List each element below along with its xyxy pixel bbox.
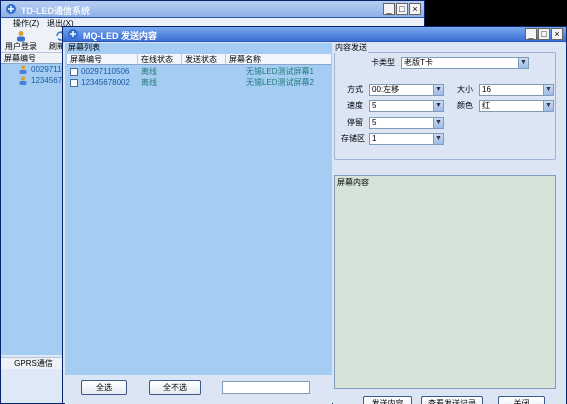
send-window-titlebar[interactable]: MQ-LED 发送内容 _ □ × — [63, 27, 566, 42]
card-type-value: 老版T卡 — [404, 58, 433, 67]
table-header: 屏幕编号 在线状态 发送状态 屏幕名称 — [67, 54, 331, 65]
card-type-label: 卡类型 — [371, 58, 395, 67]
color-select[interactable]: 红 ▼ — [479, 100, 554, 112]
list-actions: 全选 全不选 — [65, 375, 332, 404]
row-online-status: 离线 — [141, 78, 157, 87]
main-window-title: TD-LED通信系统 — [21, 6, 90, 16]
storage-select[interactable]: 1 ▼ — [369, 133, 444, 145]
mode-value: 00:左移 — [372, 85, 400, 94]
view-send-records-button[interactable]: 查看发送记录 — [421, 396, 483, 404]
column-screen-id[interactable]: 屏幕编号 — [67, 54, 138, 64]
color-label: 颜色 — [457, 101, 473, 110]
row-send-status — [182, 66, 226, 77]
app-logo-icon — [68, 29, 78, 39]
status-field — [222, 381, 310, 394]
send-content-window: MQ-LED 发送内容 _ □ × 屏幕列表 屏幕编号 在线状态 发送状态 屏幕… — [62, 26, 567, 404]
chevron-down-icon: ▼ — [433, 118, 443, 128]
chevron-down-icon: ▼ — [518, 58, 528, 68]
chevron-down-icon: ▼ — [433, 101, 443, 111]
size-value: 16 — [482, 85, 491, 94]
stay-label: 停留 — [347, 118, 363, 127]
column-send-status[interactable]: 发送状态 — [182, 54, 226, 64]
speed-label: 速度 — [347, 101, 363, 110]
row-screen-id: 00297110506 — [81, 67, 130, 76]
send-window-title: MQ-LED 发送内容 — [83, 31, 157, 41]
screen-list-title: 屏幕列表 — [68, 43, 100, 52]
row-send-status — [182, 77, 226, 88]
column-online-status[interactable]: 在线状态 — [138, 54, 182, 64]
row-online-status: 离线 — [141, 67, 157, 76]
gprs-tab[interactable]: GPRS通信 — [1, 357, 66, 369]
screen-content-textarea[interactable]: 屏幕内容 — [334, 175, 556, 389]
chevron-down-icon: ▼ — [433, 85, 443, 95]
chevron-down-icon: ▼ — [543, 85, 553, 95]
app-logo-icon — [6, 4, 16, 14]
send-content-button[interactable]: 发送内容 — [363, 396, 412, 404]
chevron-down-icon: ▼ — [543, 101, 553, 111]
size-label: 大小 — [457, 85, 473, 94]
screen-list-panel: 屏幕列表 屏幕编号 在线状态 发送状态 屏幕名称 00297110506 离线 … — [65, 43, 332, 395]
row-screen-name: 无锡LED测试屏幕1 — [245, 67, 314, 76]
content-send-panel: 内容发送 卡类型 老版T卡 ▼ 方式 00:左移 ▼ 大小 16 ▼ 速度 5 … — [333, 43, 566, 404]
close-button[interactable]: × — [409, 3, 421, 15]
column-screen-name[interactable]: 屏幕名称 — [226, 54, 331, 64]
list-item[interactable]: 12345678002 — [1, 75, 65, 86]
speed-value: 5 — [372, 101, 377, 110]
list-item[interactable]: 00297110506 — [1, 64, 65, 75]
menu-operate[interactable]: 操作(Z) — [13, 18, 39, 29]
close-window-button[interactable]: 关闭 — [498, 396, 545, 404]
screen-id-header: 屏幕编号 — [1, 53, 65, 64]
deselect-all-button[interactable]: 全不选 — [149, 380, 201, 395]
storage-value: 1 — [372, 134, 377, 143]
stay-select[interactable]: 5 ▼ — [369, 117, 444, 129]
user-login-label: 用户登录 — [5, 42, 37, 51]
minimize-button[interactable]: _ — [383, 3, 395, 15]
stay-value: 5 — [372, 118, 377, 127]
user-login-icon — [17, 31, 25, 42]
minimize-button[interactable]: _ — [525, 28, 537, 40]
color-value: 红 — [482, 101, 490, 110]
list-item-label: 12345678002 — [31, 76, 66, 85]
list-item-label: 00297110506 — [31, 65, 66, 74]
user-icon — [19, 65, 27, 74]
chevron-down-icon: ▼ — [433, 134, 443, 144]
content-send-title: 内容发送 — [334, 43, 368, 53]
main-titlebar[interactable]: TD-LED通信系统 _ □ × — [1, 1, 424, 18]
screen-content-label: 屏幕内容 — [337, 178, 369, 187]
card-type-select[interactable]: 老版T卡 ▼ — [401, 57, 529, 69]
maximize-button[interactable]: □ — [396, 3, 408, 15]
table-row[interactable]: 00297110506 离线 无锡LED测试屏幕1 — [67, 66, 331, 77]
row-screen-id: 12345678002 — [81, 78, 130, 87]
row-screen-name: 无锡LED测试屏幕2 — [245, 78, 314, 87]
maximize-button[interactable]: □ — [538, 28, 550, 40]
row-checkbox[interactable] — [70, 67, 78, 76]
screen-list-back: 屏幕编号 00297110506 12345678002 — [1, 53, 66, 355]
user-icon — [19, 76, 27, 85]
select-all-button[interactable]: 全选 — [81, 380, 127, 395]
close-button[interactable]: × — [551, 28, 563, 40]
mode-select[interactable]: 00:左移 ▼ — [369, 84, 444, 96]
storage-label: 存储区 — [341, 134, 365, 143]
user-login-button[interactable]: 用户登录 — [1, 29, 41, 53]
table-row[interactable]: 12345678002 离线 无锡LED测试屏幕2 — [67, 77, 331, 88]
speed-select[interactable]: 5 ▼ — [369, 100, 444, 112]
row-checkbox[interactable] — [70, 78, 78, 87]
mode-label: 方式 — [347, 85, 363, 94]
size-select[interactable]: 16 ▼ — [479, 84, 554, 96]
